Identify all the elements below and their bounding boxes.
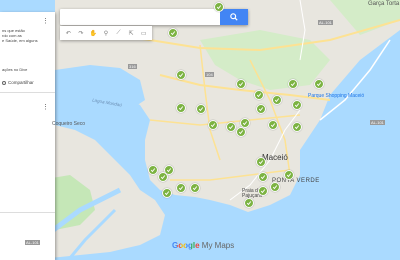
check-icon [178, 186, 184, 191]
route-shield-3: 104 [205, 72, 214, 77]
map-marker[interactable] [284, 170, 294, 180]
panel-description: ns que estão rdo com as e Saúde, em algu… [2, 28, 38, 43]
check-icon [198, 107, 204, 112]
check-icon [164, 191, 170, 196]
map-marker[interactable] [236, 79, 246, 89]
map-marker[interactable] [256, 157, 266, 167]
map-marker[interactable] [158, 172, 168, 182]
map-marker[interactable] [270, 182, 280, 192]
share-label: Compartilhar [8, 80, 34, 85]
updated-info: ações no Dive [2, 67, 28, 72]
panel-divider [0, 92, 55, 93]
share-button[interactable]: Compartilhar [2, 80, 34, 85]
check-icon [242, 121, 248, 126]
marker-icon[interactable]: ⚲ [101, 28, 111, 38]
undo-icon[interactable]: ↶ [63, 28, 73, 38]
check-icon [170, 31, 176, 36]
map-marker[interactable] [288, 79, 298, 89]
check-icon [260, 175, 266, 180]
check-icon [178, 73, 184, 78]
place-label-garca-torta: Garça Torta [368, 1, 400, 7]
search-button[interactable] [220, 9, 248, 25]
map-marker[interactable] [258, 186, 268, 196]
line-icon[interactable]: ⟋ [114, 28, 124, 38]
place-label-ponta-verde: PONTA VERDE [272, 178, 320, 184]
map-marker[interactable] [176, 183, 186, 193]
layer-options-icon[interactable]: ⋮ [42, 104, 49, 111]
map-marker[interactable] [176, 103, 186, 113]
check-icon [256, 93, 262, 98]
share-icon [2, 80, 6, 85]
map-marker[interactable] [292, 122, 302, 132]
check-icon [192, 186, 198, 191]
route-shield-5: AL-101 [25, 240, 40, 245]
place-label-coqueiro-seco: Coqueiro Seco [52, 121, 86, 127]
layers-panel: ⋮ ns que estão rdo com as e Saúde, em al… [0, 12, 55, 260]
check-icon [238, 130, 244, 135]
check-icon [216, 5, 222, 10]
check-icon [150, 168, 156, 173]
check-icon [260, 189, 266, 194]
map-marker[interactable] [292, 100, 302, 110]
directions-icon[interactable]: ⇱ [126, 28, 136, 38]
place-label-shopping: Parque Shopping Maceió [308, 93, 365, 99]
description-line-3: e Saúde, em alguns [2, 38, 38, 43]
map-marker[interactable] [148, 165, 158, 175]
map-marker[interactable] [254, 90, 264, 100]
search-input[interactable] [64, 11, 214, 23]
check-icon [166, 168, 172, 173]
route-shield-4: 316 [128, 64, 137, 69]
check-icon [286, 173, 292, 178]
google-mymaps-logo: Google My Maps [172, 241, 234, 250]
check-icon [258, 160, 264, 165]
check-icon [270, 123, 276, 128]
hand-icon[interactable]: ✋ [88, 28, 98, 38]
map-marker[interactable] [236, 127, 246, 137]
search-icon [230, 13, 238, 21]
check-icon [258, 107, 264, 112]
check-icon [238, 82, 244, 87]
map-marker[interactable] [190, 183, 200, 193]
panel-options-icon[interactable]: ⋮ [42, 18, 49, 25]
check-icon [272, 185, 278, 190]
map-marker[interactable] [258, 172, 268, 182]
check-icon [290, 82, 296, 87]
redo-icon[interactable]: ↷ [76, 28, 86, 38]
map-marker[interactable] [226, 122, 236, 132]
map-marker[interactable] [244, 198, 254, 208]
check-icon [294, 125, 300, 130]
map-marker[interactable] [268, 120, 278, 130]
check-icon [246, 201, 252, 206]
route-shield-1: AL-101 [318, 20, 333, 25]
map-marker[interactable] [256, 104, 266, 114]
route-shield-2: AL-101 [370, 120, 385, 125]
map-marker[interactable] [314, 79, 324, 89]
panel-divider-2 [0, 212, 55, 213]
map-marker[interactable] [176, 70, 186, 80]
map-marker[interactable] [214, 2, 224, 12]
google-wordmark: Google [172, 241, 200, 250]
map-toolbar: ↶ ↷ ✋ ⚲ ⟋ ⇱ ▭ [60, 26, 152, 40]
check-icon [160, 175, 166, 180]
map-marker[interactable] [168, 28, 178, 38]
map-marker[interactable] [162, 188, 172, 198]
mymaps-wordmark: My Maps [201, 241, 235, 250]
map-marker[interactable] [208, 120, 218, 130]
check-icon [294, 103, 300, 108]
map-marker[interactable] [272, 95, 282, 105]
map-marker[interactable] [196, 104, 206, 114]
check-icon [316, 82, 322, 87]
check-icon [228, 125, 234, 130]
check-icon [274, 98, 280, 103]
check-icon [178, 106, 184, 111]
ruler-icon[interactable]: ▭ [139, 28, 149, 38]
check-icon [210, 123, 216, 128]
